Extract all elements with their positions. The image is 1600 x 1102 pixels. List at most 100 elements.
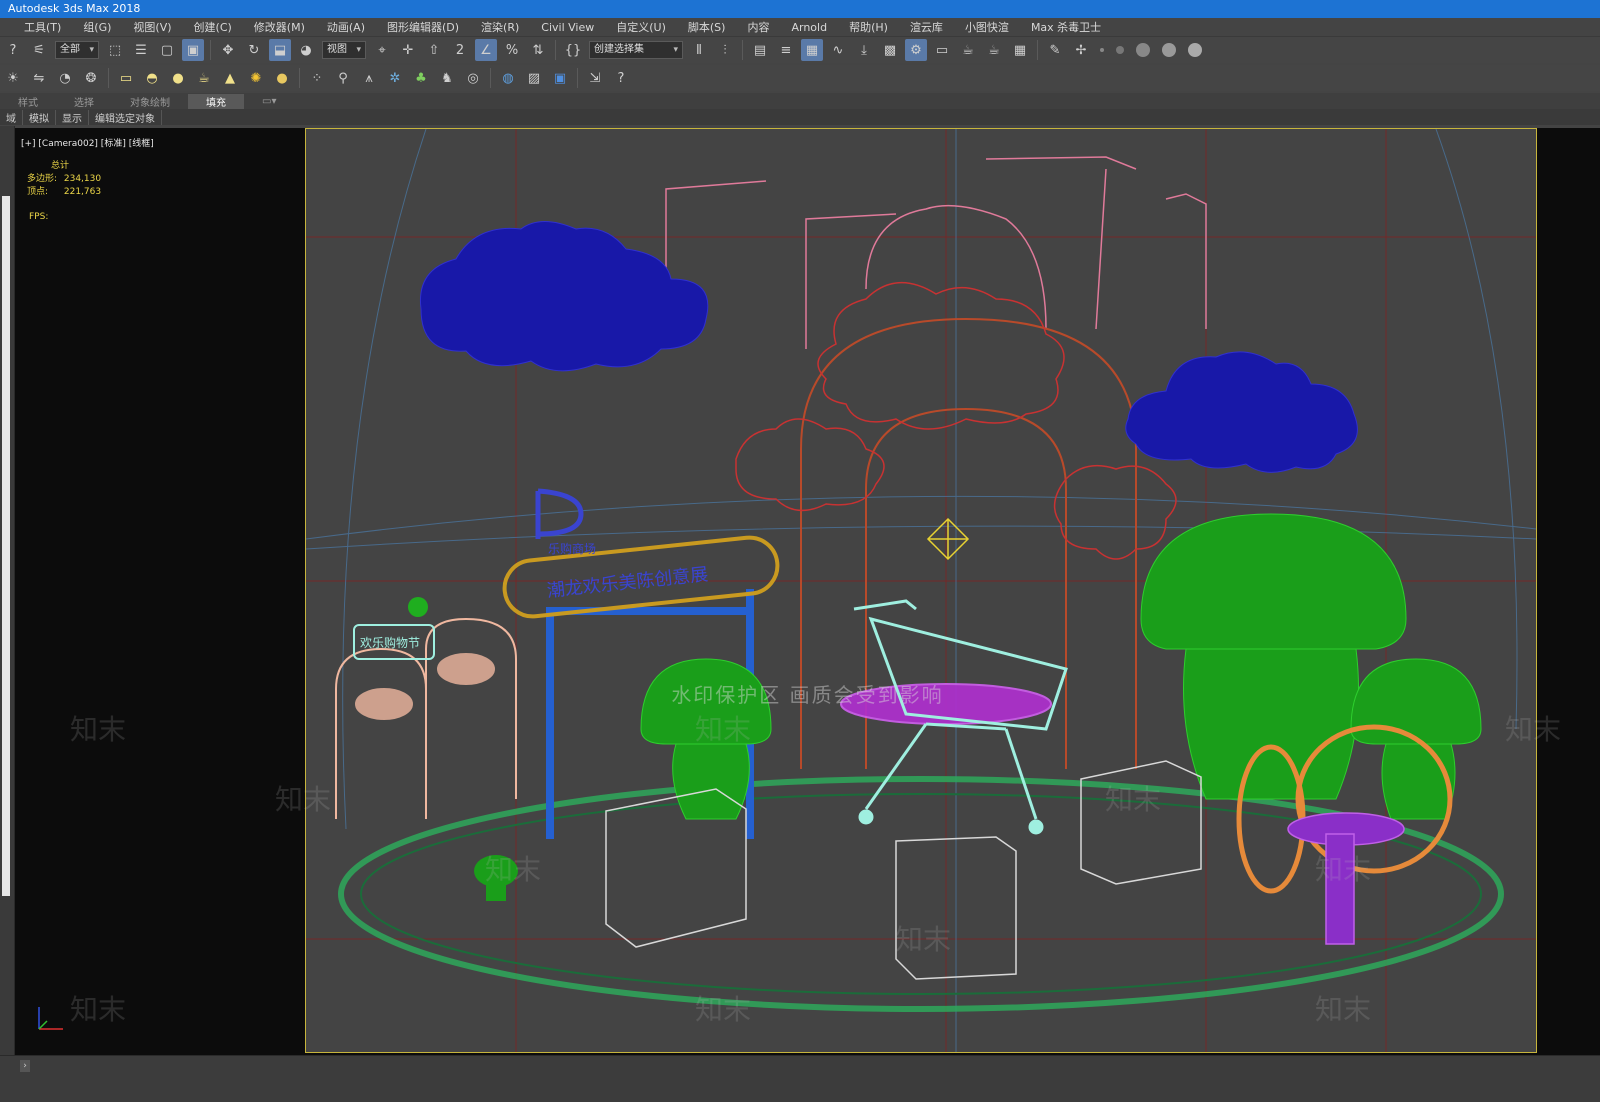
mirror-icon[interactable]: ⫴ xyxy=(688,39,710,61)
rendered-frame-icon[interactable]: ▭ xyxy=(931,39,953,61)
viewport-label[interactable]: [+] [Camera002] [标准] [线框] xyxy=(21,136,154,149)
curve-editor-icon[interactable]: ∿ xyxy=(827,39,849,61)
menu-modifiers[interactable]: 修改器(M) xyxy=(243,19,316,35)
menu-rendering[interactable]: 渲染(R) xyxy=(470,19,530,35)
ribbon-toggle-icon[interactable]: ▦ xyxy=(801,39,823,61)
rect-selection-icon[interactable]: ▢ xyxy=(156,39,178,61)
menu-graph-editors[interactable]: 图形编辑器(D) xyxy=(376,19,470,35)
keyboard-shortcut-icon[interactable]: ⇧ xyxy=(423,39,445,61)
window-crossing-icon[interactable]: ▣ xyxy=(182,39,204,61)
menu-group[interactable]: 组(G) xyxy=(72,19,122,35)
menu-customize[interactable]: 自定义(U) xyxy=(605,19,677,35)
link-icon[interactable]: ⚟ xyxy=(28,39,50,61)
half-sphere-icon[interactable]: ◓ xyxy=(141,67,163,89)
ribbon-tab-populate[interactable]: 填充 xyxy=(188,93,244,109)
image-viewer-icon[interactable]: ▨ xyxy=(523,67,545,89)
menu-help[interactable]: 帮助(H) xyxy=(838,19,899,35)
menu-content[interactable]: 内容 xyxy=(736,19,780,35)
place-icon[interactable]: ◕ xyxy=(295,39,317,61)
verts-label: 顶点: xyxy=(27,187,49,197)
menu-civil-view[interactable]: Civil View xyxy=(530,21,605,34)
separator xyxy=(299,68,300,88)
menu-animation[interactable]: 动画(A) xyxy=(316,19,376,35)
reference-coord-dropdown[interactable]: 视图 xyxy=(322,41,366,59)
help-icon[interactable]: ? xyxy=(2,39,24,61)
export-icon[interactable]: ⇲ xyxy=(584,67,606,89)
transform-gizmo-icon[interactable]: ✢ xyxy=(1070,39,1092,61)
angle-snap-icon[interactable]: ∠ xyxy=(475,39,497,61)
menu-arnold[interactable]: Arnold xyxy=(780,21,838,34)
cloth-icon[interactable]: ⩚ xyxy=(358,67,380,89)
ribbon-subtab-display[interactable]: 显示 xyxy=(56,109,89,125)
ribbon-options-icon[interactable]: ▭▾ xyxy=(244,96,294,107)
named-selection-dropdown[interactable]: 创建选择集 xyxy=(589,41,683,59)
scene-state-icon[interactable]: ▣ xyxy=(549,67,571,89)
ribbon-subtab-field[interactable]: 域 xyxy=(0,109,23,125)
pivot-center-icon[interactable]: ⌖ xyxy=(371,39,393,61)
globe-icon[interactable]: ◍ xyxy=(497,67,519,89)
selection-filter-dropdown[interactable]: 全部 xyxy=(55,41,99,59)
select-manipulate-icon[interactable]: ✛ xyxy=(397,39,419,61)
ribbon-tab-object-paint[interactable]: 对象绘制 xyxy=(112,94,188,109)
hair-icon[interactable]: ✲ xyxy=(384,67,406,89)
orbit-icon[interactable]: ◔ xyxy=(54,67,76,89)
menu-create[interactable]: 创建(C) xyxy=(183,19,243,35)
render-setup-icon[interactable]: ⚙ xyxy=(905,39,927,61)
hdri-icon[interactable]: ♞ xyxy=(436,67,458,89)
render-icon[interactable]: ❂ xyxy=(80,67,102,89)
menu-scripting[interactable]: 脚本(S) xyxy=(677,19,737,35)
viewport[interactable]: [+] [Camera002] [标准] [线框] 总计 多边形: 234,13… xyxy=(15,128,1600,1055)
move-icon[interactable]: ✥ xyxy=(217,39,239,61)
gold-sphere-icon[interactable]: ● xyxy=(271,67,293,89)
spinner-snap-icon[interactable]: ⇅ xyxy=(527,39,549,61)
ribbon-tab-style[interactable]: 样式 xyxy=(0,94,56,109)
ribbon-subtab-simulate[interactable]: 模拟 xyxy=(23,109,56,125)
percent-snap-icon[interactable]: % xyxy=(501,39,523,61)
teapot-icon[interactable]: ☕ xyxy=(193,67,215,89)
rotate-icon[interactable]: ↻ xyxy=(243,39,265,61)
menu-tools[interactable]: 工具(T) xyxy=(0,19,72,35)
select-by-name-icon[interactable]: ☰ xyxy=(130,39,152,61)
snaps-toggle-icon[interactable]: 2 xyxy=(449,39,471,61)
sphere-icon[interactable] xyxy=(1136,43,1150,57)
paint-tool-icon[interactable]: ✎ xyxy=(1044,39,1066,61)
edit-named-selection-icon[interactable]: {} xyxy=(562,39,584,61)
sign-board-text: 潮龙欢乐美陈创意展 xyxy=(546,564,709,602)
sphere-primitive-icon[interactable]: ● xyxy=(167,67,189,89)
scrollbar[interactable] xyxy=(2,196,10,896)
sun-icon[interactable]: ✺ xyxy=(245,67,267,89)
scene-explorer-icon[interactable]: ▤ xyxy=(749,39,771,61)
spiral-icon[interactable]: ◎ xyxy=(462,67,484,89)
purple-table-right xyxy=(1287,812,1405,945)
plant-icon[interactable]: ♣ xyxy=(410,67,432,89)
material-editor-icon[interactable]: ▩ xyxy=(879,39,901,61)
align-icon[interactable]: ⫶ xyxy=(714,39,736,61)
cone-icon[interactable]: ▲ xyxy=(219,67,241,89)
dot-icon[interactable] xyxy=(1116,46,1124,54)
dot-icon[interactable] xyxy=(1100,48,1104,52)
stats-verts-row: 顶点: 221,763 xyxy=(27,186,101,199)
sphere-icon[interactable] xyxy=(1162,43,1176,57)
sphere-icon[interactable] xyxy=(1188,43,1202,57)
menu-renyun[interactable]: 渲云库 xyxy=(899,19,954,35)
ribbon-subtab-edit-selected[interactable]: 编辑选定对象 xyxy=(89,109,162,125)
expand-arrow-icon[interactable]: › xyxy=(20,1060,30,1072)
info-icon[interactable]: ? xyxy=(610,67,632,89)
select-object-icon[interactable]: ⬚ xyxy=(104,39,126,61)
render-grid-icon[interactable]: ▦ xyxy=(1009,39,1031,61)
scatter-icon[interactable]: ⁘ xyxy=(306,67,328,89)
ribbon-tab-select[interactable]: 选择 xyxy=(56,94,112,109)
render-production-icon[interactable]: ☕ xyxy=(957,39,979,61)
lights-icon[interactable]: ☀ xyxy=(2,67,24,89)
layer-explorer-icon[interactable]: ≡ xyxy=(775,39,797,61)
scale-icon[interactable]: ⬓ xyxy=(269,39,291,61)
menu-antivirus[interactable]: Max 杀毒卫士 xyxy=(1020,19,1112,35)
menu-views[interactable]: 视图(V) xyxy=(122,19,182,35)
schematic-view-icon[interactable]: ⤓ xyxy=(853,39,875,61)
pipe-icon[interactable]: ⚲ xyxy=(332,67,354,89)
menu-quick-render[interactable]: 小图快渲 xyxy=(954,19,1020,35)
camera-move-icon[interactable]: ⇋ xyxy=(28,67,50,89)
render-iterative-icon[interactable]: ☕ xyxy=(983,39,1005,61)
status-bar: › xyxy=(0,1055,1600,1102)
box-primitive-icon[interactable]: ▭ xyxy=(115,67,137,89)
